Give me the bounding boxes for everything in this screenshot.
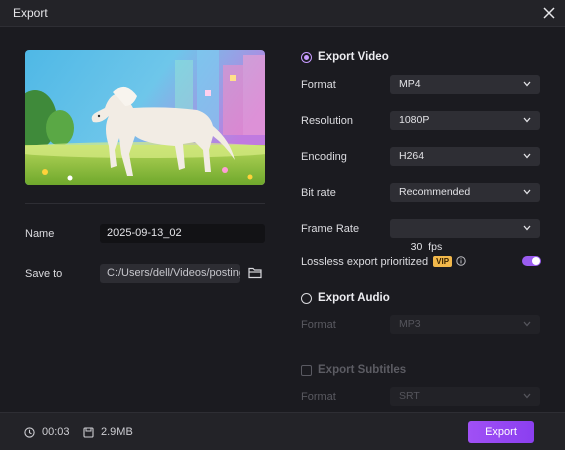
export-video-label: Export Video (318, 51, 389, 63)
title-bar: Export (0, 0, 565, 27)
audio-format-value: MP3 (399, 318, 421, 330)
subtitle-format-value: SRT (399, 390, 420, 402)
export-subtitles-label: Export Subtitles (318, 364, 407, 376)
save-to-label: Save to (25, 268, 63, 280)
lossless-toggle[interactable] (522, 256, 541, 266)
folder-icon[interactable] (248, 266, 262, 279)
vip-badge: VIP (433, 256, 453, 267)
size-value: 2.9MB (101, 426, 133, 438)
save-path-field[interactable]: C:/Users/dell/Videos/posting (100, 264, 240, 283)
radio-unchecked-icon[interactable] (301, 292, 312, 304)
format-select[interactable]: MP4 (390, 75, 540, 94)
radio-checked-icon[interactable] (301, 51, 312, 63)
frame-rate-label: Frame Rate (301, 223, 360, 235)
right-panel: Export Video Format MP4 Resolution 1080P… (282, 27, 565, 412)
close-icon[interactable] (541, 5, 557, 21)
video-thumbnail (25, 50, 265, 185)
lossless-row: Lossless export prioritized VIP (301, 256, 466, 268)
duration-info: 00:03 (24, 426, 70, 438)
encoding-label: Encoding (301, 151, 347, 163)
lossless-label: Lossless export prioritized (301, 256, 429, 268)
export-video-option[interactable]: Export Video (301, 51, 389, 63)
chevron-down-icon (523, 225, 531, 231)
clock-icon (24, 426, 35, 438)
format-value: MP4 (399, 78, 421, 90)
frame-rate-value: 30 fps (410, 241, 443, 253)
chevron-down-icon (523, 81, 531, 87)
bit-rate-select[interactable]: Recommended (390, 183, 540, 202)
name-label: Name (25, 228, 55, 240)
bit-rate-label: Bit rate (301, 187, 336, 199)
info-icon[interactable] (456, 256, 466, 266)
duration-value: 00:03 (42, 426, 70, 438)
format-label: Format (301, 79, 336, 91)
audio-format-label: Format (301, 319, 336, 331)
encoding-value: H264 (399, 150, 425, 162)
resolution-select[interactable]: 1080P (390, 111, 540, 130)
export-audio-label: Export Audio (318, 292, 390, 304)
subtitle-format-label: Format (301, 391, 336, 403)
save-disk-icon (83, 426, 94, 438)
chevron-down-icon (523, 321, 531, 327)
chevron-down-icon (523, 117, 531, 123)
export-button[interactable]: Export (468, 421, 534, 443)
bit-rate-value: Recommended (399, 186, 471, 198)
encoding-select[interactable]: H264 (390, 147, 540, 166)
chevron-down-icon (523, 153, 531, 159)
checkbox-icon (301, 364, 312, 376)
audio-format-select: MP3 (390, 315, 540, 334)
resolution-value: 1080P (399, 114, 430, 126)
chevron-down-icon (523, 189, 531, 195)
frame-rate-select[interactable]: 30 fps (390, 219, 540, 253)
name-field[interactable]: 2025-09-13_02 (100, 224, 265, 243)
divider (25, 203, 265, 204)
subtitle-format-select: SRT (390, 387, 540, 406)
export-subtitles-option: Export Subtitles (301, 364, 406, 376)
chevron-down-icon (523, 393, 531, 399)
export-audio-option[interactable]: Export Audio (301, 292, 390, 304)
size-info: 2.9MB (83, 426, 133, 438)
window-title: Export (13, 6, 48, 20)
resolution-label: Resolution (301, 115, 353, 127)
footer-bar: 00:03 2.9MB Export (0, 412, 565, 450)
left-panel: Name 2025-09-13_02 Save to C:/Users/dell… (0, 27, 282, 412)
